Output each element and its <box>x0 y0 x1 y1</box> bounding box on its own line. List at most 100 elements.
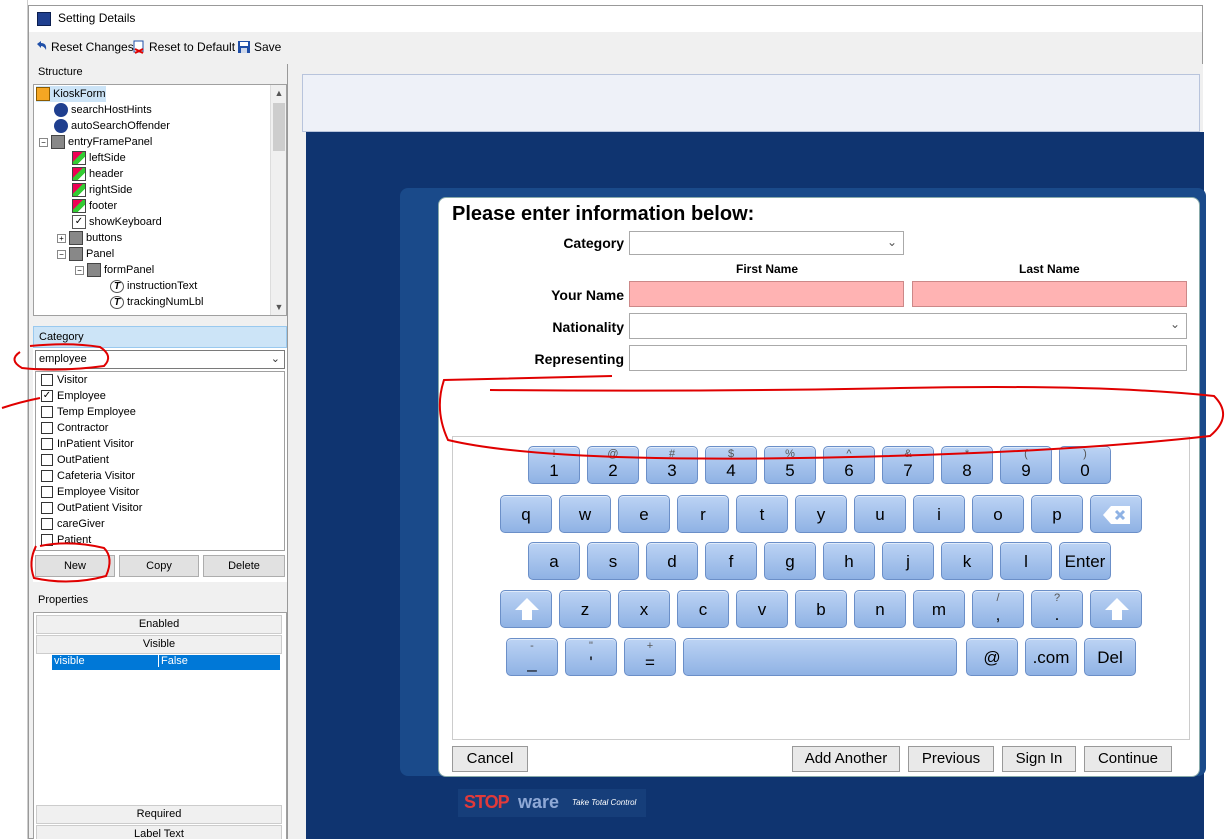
checkbox[interactable] <box>41 534 53 546</box>
key-w[interactable]: w <box>559 495 611 533</box>
key-q[interactable]: q <box>500 495 552 533</box>
key-3[interactable]: #3 <box>646 446 698 484</box>
key-dotcom[interactable]: .com <box>1025 638 1077 676</box>
property-row-visible[interactable]: visible False <box>52 655 280 670</box>
shift-right-key[interactable] <box>1090 590 1142 628</box>
key-period[interactable]: ?. <box>1031 590 1083 628</box>
reset-changes-button[interactable]: Reset Changes <box>34 38 134 56</box>
reset-to-default-button[interactable]: Reset to Default <box>132 38 235 56</box>
tree-item-panel[interactable]: − Panel <box>57 246 114 262</box>
key-9[interactable]: (9 <box>1000 446 1052 484</box>
tree-item-buttons[interactable]: + buttons <box>57 230 122 246</box>
key-k[interactable]: k <box>941 542 993 580</box>
property-group-required[interactable]: Required <box>36 805 282 824</box>
key-u[interactable]: u <box>854 495 906 533</box>
shift-left-key[interactable] <box>500 590 552 628</box>
tree-item-kioskform[interactable]: KioskForm <box>36 86 106 102</box>
scroll-down-icon[interactable]: ▼ <box>271 299 286 315</box>
key-l[interactable]: l <box>1000 542 1052 580</box>
key-4[interactable]: $4 <box>705 446 757 484</box>
delete-button[interactable]: Delete <box>203 555 285 577</box>
key-equals[interactable]: + = <box>624 638 676 676</box>
category-item-outpatient-visitor[interactable]: OutPatient Visitor <box>41 500 142 516</box>
category-item-temp-employee[interactable]: Temp Employee <box>41 404 136 420</box>
key-o[interactable]: o <box>972 495 1024 533</box>
key-h[interactable]: h <box>823 542 875 580</box>
space-bar[interactable] <box>683 638 957 676</box>
checkbox[interactable] <box>41 374 53 386</box>
tree-item-showkeyboard[interactable]: ✓ showKeyboard <box>72 214 162 230</box>
key-2[interactable]: @2 <box>587 446 639 484</box>
save-button[interactable]: Save <box>237 38 281 56</box>
category-item-cafeteria-visitor[interactable]: Cafeteria Visitor <box>41 468 135 484</box>
key-i[interactable]: i <box>913 495 965 533</box>
category-item-outpatient[interactable]: OutPatient <box>41 452 109 468</box>
key-r[interactable]: r <box>677 495 729 533</box>
key-d[interactable]: d <box>646 542 698 580</box>
add-another-button[interactable]: Add Another <box>792 746 900 772</box>
backspace-key[interactable] <box>1090 495 1142 533</box>
checkbox[interactable] <box>41 438 53 450</box>
property-group-enabled[interactable]: Enabled <box>36 615 282 634</box>
category-combo[interactable]: employee ⌄ <box>35 350 285 369</box>
tree-item-rightside[interactable]: rightSide <box>72 182 132 198</box>
key-y[interactable]: y <box>795 495 847 533</box>
tree-item-header[interactable]: header <box>72 166 123 182</box>
nationality-select[interactable]: ⌄ <box>629 313 1187 339</box>
title-bar[interactable]: Setting Details <box>29 6 1202 32</box>
key-z[interactable]: z <box>559 590 611 628</box>
checkbox[interactable] <box>41 502 53 514</box>
property-value[interactable]: False <box>158 655 188 667</box>
checkbox[interactable] <box>41 406 53 418</box>
sign-in-button[interactable]: Sign In <box>1002 746 1076 772</box>
tree-item-entryframepanel[interactable]: − entryFramePanel <box>39 134 152 150</box>
key-8[interactable]: * 8 <box>941 446 993 484</box>
tree-item-trackingnumlbl[interactable]: T trackingNumLbl <box>110 294 203 310</box>
key-0[interactable]: ) 0 <box>1059 446 1111 484</box>
collapse-icon[interactable]: − <box>39 137 48 147</box>
key-apostrophe[interactable]: " ' <box>565 638 617 676</box>
structure-tree[interactable]: KioskForm searchHostHints autoSearchOffe… <box>33 84 287 316</box>
category-item-visitor[interactable]: Visitor <box>41 372 87 388</box>
tree-scrollbar[interactable]: ▲ ▼ <box>270 85 286 315</box>
collapse-icon[interactable]: − <box>75 265 84 275</box>
tree-item-autosearchoffender[interactable]: autoSearchOffender <box>54 118 170 134</box>
key-p[interactable]: p <box>1031 495 1083 533</box>
key-e[interactable]: e <box>618 495 670 533</box>
key-6[interactable]: ^ 6 <box>823 446 875 484</box>
checkbox[interactable] <box>41 518 53 530</box>
copy-button[interactable]: Copy <box>119 555 199 577</box>
key-c[interactable]: c <box>677 590 729 628</box>
key-n[interactable]: n <box>854 590 906 628</box>
collapse-icon[interactable]: − <box>57 249 66 259</box>
key-v[interactable]: v <box>736 590 788 628</box>
category-item-contractor[interactable]: Contractor <box>41 420 108 436</box>
checkbox[interactable] <box>41 454 53 466</box>
category-item-employee-visitor[interactable]: Employee Visitor <box>41 484 139 500</box>
category-item-caregiver[interactable]: careGiver <box>41 516 105 532</box>
key-b[interactable]: b <box>795 590 847 628</box>
expand-icon[interactable]: + <box>57 233 66 243</box>
category-item-patient[interactable]: Patient <box>41 532 91 548</box>
key-g[interactable]: g <box>764 542 816 580</box>
property-group-visible[interactable]: Visible <box>36 635 282 654</box>
checkbox[interactable] <box>41 422 53 434</box>
key-j[interactable]: j <box>882 542 934 580</box>
tree-item-formpanel[interactable]: − formPanel <box>75 262 154 278</box>
key-at[interactable]: @ <box>966 638 1018 676</box>
properties-grid[interactable]: Enabled Visible visible False Required L… <box>33 612 287 839</box>
key-s[interactable]: s <box>587 542 639 580</box>
key-underscore[interactable]: - _ <box>506 638 558 676</box>
checkbox[interactable] <box>41 470 53 482</box>
previous-button[interactable]: Previous <box>908 746 994 772</box>
category-item-employee[interactable]: ✓ Employee <box>41 388 106 404</box>
key-f[interactable]: f <box>705 542 757 580</box>
key-t[interactable]: t <box>736 495 788 533</box>
cancel-button[interactable]: Cancel <box>452 746 528 772</box>
key-1[interactable]: ! 1 <box>528 446 580 484</box>
scroll-up-icon[interactable]: ▲ <box>271 85 286 101</box>
tree-item-instructiontext[interactable]: T instructionText <box>110 278 197 294</box>
key-m[interactable]: m <box>913 590 965 628</box>
tree-item-leftside[interactable]: leftSide <box>72 150 126 166</box>
key-5[interactable]: % 5 <box>764 446 816 484</box>
